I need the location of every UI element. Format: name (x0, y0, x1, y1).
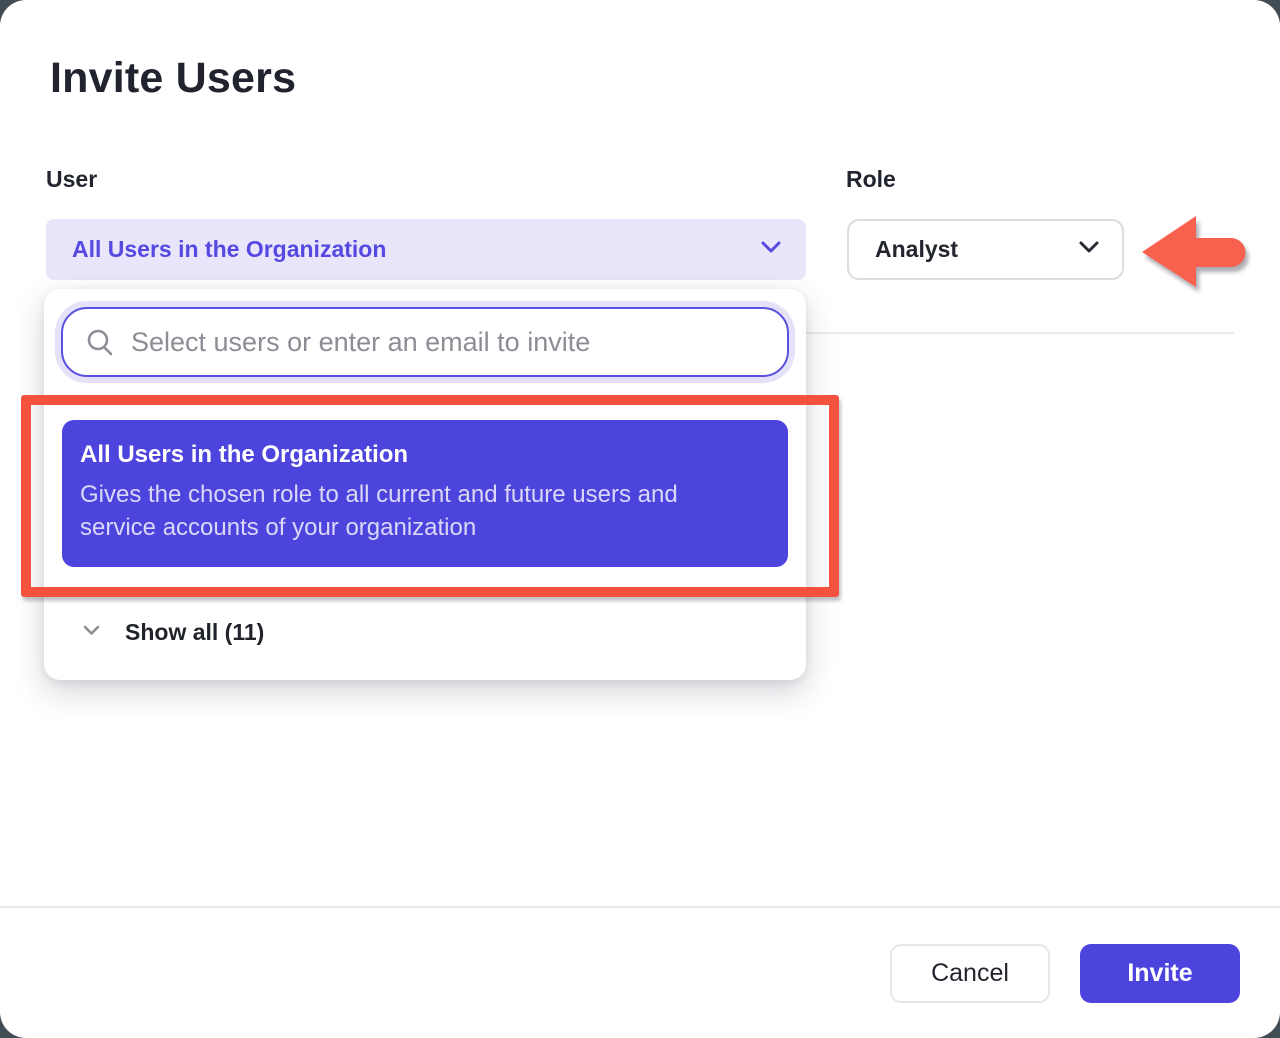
user-dropdown-panel: All Users in the Organization Gives the … (44, 289, 806, 680)
role-field-label: Role (846, 166, 896, 193)
user-select-value: All Users in the Organization (72, 236, 760, 263)
user-field-label: User (46, 166, 97, 193)
user-search-box (61, 307, 789, 377)
footer-divider (0, 906, 1280, 908)
user-select-dropdown[interactable]: All Users in the Organization (46, 219, 806, 280)
red-annotation-arrow-icon (1139, 207, 1253, 293)
role-select-value: Analyst (875, 236, 1078, 263)
option-description: Gives the chosen role to all current and… (80, 478, 760, 544)
user-search-input[interactable] (129, 326, 767, 359)
page-title: Invite Users (50, 54, 296, 103)
cancel-button[interactable]: Cancel (890, 944, 1050, 1003)
option-title: All Users in the Organization (80, 441, 762, 469)
option-all-users-in-organization[interactable]: All Users in the Organization Gives the … (62, 420, 788, 567)
chevron-down-icon (1078, 240, 1100, 259)
show-all-label: Show all (11) (125, 619, 264, 646)
role-select-dropdown[interactable]: Analyst (847, 219, 1124, 280)
invite-button[interactable]: Invite (1080, 944, 1240, 1003)
chevron-down-icon (760, 240, 782, 259)
invite-users-dialog: Invite Users User Role All Users in the … (0, 0, 1280, 1038)
chevron-down-icon (83, 623, 100, 641)
search-icon (85, 327, 115, 357)
show-all-toggle[interactable]: Show all (11) (44, 609, 806, 655)
